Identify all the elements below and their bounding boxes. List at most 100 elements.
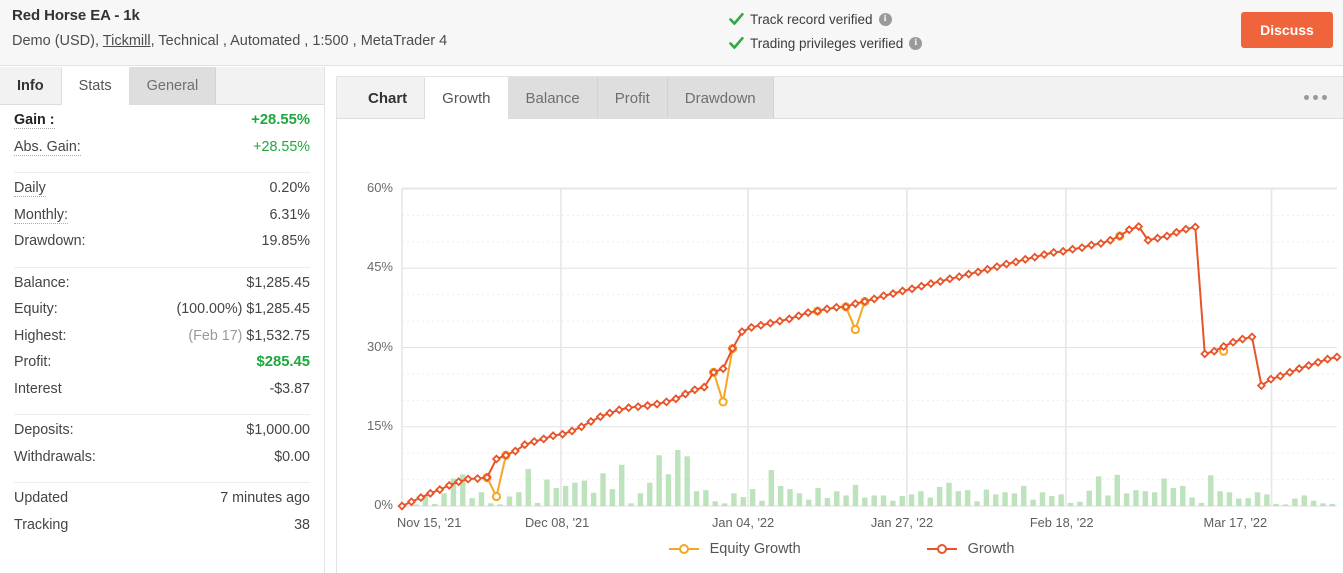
verification-badges: Track record verified i Trading privileg… <box>729 8 923 56</box>
stats-row: Drawdown: 19.85% <box>14 233 310 260</box>
ellipsis-icon[interactable] <box>1288 77 1343 118</box>
stats-list: Gain : +28.55% Abs. Gain: +28.55% Daily 0.20%… <box>0 105 324 550</box>
stats-row: Deposits: $1,000.00 <box>14 422 310 449</box>
stats-row-value: 7 minutes ago <box>220 490 310 506</box>
legend-label: Equity Growth <box>709 541 801 557</box>
tab-general[interactable]: General <box>129 67 217 104</box>
check-icon <box>729 36 744 51</box>
discuss-button[interactable]: Discuss <box>1241 12 1333 48</box>
legend-label: Growth <box>967 541 1015 557</box>
page-title: Red Horse EA - 1k <box>12 7 140 24</box>
stats-group: Deposits: $1,000.00 Withdrawals: $0.00 <box>14 414 310 482</box>
stats-row-label[interactable]: Abs. Gain: <box>14 139 81 156</box>
stats-row-prefix: (Feb 17) <box>188 327 247 344</box>
stats-group: Daily 0.20% Monthly: 6.31% Drawdown: 19.85% <box>14 172 310 267</box>
stats-row-label: Highest: <box>14 327 67 344</box>
legend-item[interactable]: Growth <box>925 541 1015 557</box>
tab-stats[interactable]: Stats <box>60 67 130 105</box>
stats-group: Balance: $1,285.45 Equity: (100.00%) $1,285… <box>14 266 310 415</box>
x-axis-tick-label: Jan 04, '22 <box>711 515 775 530</box>
stats-row-label: Withdrawals: <box>14 448 96 465</box>
stats-row-value: $285.45 <box>256 354 311 370</box>
x-axis-tick-label: Nov 15, '21 <box>397 515 462 530</box>
stats-row-label[interactable]: Daily <box>14 180 46 197</box>
stats-row-label: Updated <box>14 490 69 506</box>
check-icon <box>729 12 744 27</box>
stats-group: Updated 7 minutes ago Tracking 38 <box>14 482 310 550</box>
stats-row-value: +28.55% <box>253 138 310 155</box>
stats-row-value: -$3.87 <box>269 380 310 397</box>
account-identity: Red Horse EA - 1k Demo (USD), Tickmill, … <box>12 5 447 52</box>
legend-marker-icon <box>668 544 699 554</box>
stats-group: Gain : +28.55% Abs. Gain: +28.55% <box>14 105 310 172</box>
tab-info[interactable]: Info <box>0 67 61 104</box>
sidebar-tabbar: Info Stats General <box>0 67 324 105</box>
chart-legend: Equity Growth Growth <box>337 541 1343 557</box>
stats-row: Tracking 38 <box>14 517 310 544</box>
x-axis-tick-label: Feb 18, '22 <box>1029 515 1094 530</box>
y-axis-tick-label: 60% <box>366 180 393 195</box>
badge-label: Track record verified <box>750 11 873 27</box>
stats-row: Equity: (100.00%) $1,285.45 <box>14 301 310 328</box>
stats-row-value: $1,285.45 <box>246 274 310 291</box>
stats-row: Updated 7 minutes ago <box>14 490 310 517</box>
stats-row: Withdrawals: $0.00 <box>14 449 310 476</box>
stats-row-label: Equity: <box>14 301 58 317</box>
stats-row-label: Tracking <box>14 516 69 533</box>
tab-drawdown[interactable]: Drawdown <box>667 77 774 118</box>
stats-row: Gain : +28.55% <box>14 112 310 139</box>
stats-row-label: Profit: <box>14 354 52 370</box>
chart-panel: Chart Growth Balance Profit Drawdown Equ… <box>336 76 1343 573</box>
growth-chart: Equity Growth Growth 0% 15% 30% 45% 60% Nov 15… <box>337 119 1343 573</box>
stats-row-value: $0.00 <box>274 448 310 465</box>
tab-growth[interactable]: Growth <box>424 77 509 119</box>
stats-row-value: 6.31% <box>269 206 310 223</box>
stats-row: Daily 0.20% <box>14 180 310 207</box>
broker-link[interactable]: Tickmill <box>103 33 151 49</box>
y-axis-tick-label: 15% <box>366 417 393 433</box>
stats-row-value: 19.85% <box>261 233 311 249</box>
stats-row-label[interactable]: Gain : <box>14 112 55 129</box>
legend-marker-icon <box>926 544 957 554</box>
stats-row-value: +28.55% <box>251 112 310 128</box>
y-axis-tick-label: 45% <box>366 259 393 275</box>
tab-profit[interactable]: Profit <box>597 77 668 118</box>
stats-row-label: Drawdown: <box>14 233 86 249</box>
page-header: Red Horse EA - 1k Demo (USD), Tickmill, … <box>0 0 1343 66</box>
stats-row-value: 0.20% <box>269 180 310 196</box>
tab-chart[interactable]: Chart <box>351 77 424 118</box>
account-meta-rest: , Technical , Automated , 1:500 , MetaTr… <box>150 33 448 49</box>
info-icon[interactable]: i <box>909 36 923 50</box>
stats-row-value: (Feb 17) $1,532.75 <box>188 327 310 344</box>
chart-tabbar: Chart Growth Balance Profit Drawdown <box>337 77 1343 119</box>
y-axis-tick-label: 30% <box>366 338 393 354</box>
x-axis-tick-label: Dec 08, '21 <box>524 515 590 530</box>
x-axis-tick-label: Mar 17, '22 <box>1203 515 1268 530</box>
y-axis-tick-label: 0% <box>374 497 393 512</box>
account-type: Demo (USD), <box>12 33 100 49</box>
account-meta: Demo (USD), Tickmill, Technical , Automa… <box>12 30 447 52</box>
profile-page: Red Horse EA - 1k Demo (USD), Tickmill, … <box>0 0 1343 573</box>
stats-row-value: 38 <box>294 516 310 533</box>
x-axis-tick-label: Jan 27, '22 <box>870 515 934 530</box>
stats-row-prefix: (100.00%) <box>176 301 247 317</box>
stats-row-value: $1,000.00 <box>246 422 310 438</box>
stats-row: Abs. Gain: +28.55% <box>14 139 310 166</box>
stats-row: Highest: (Feb 17) $1,532.75 <box>14 328 310 355</box>
stats-row: Profit: $285.45 <box>14 354 310 381</box>
stats-row-value: (100.00%) $1,285.45 <box>176 301 310 317</box>
badge-trading-privileges: Trading privileges verified i <box>729 32 923 54</box>
stats-sidebar: Info Stats General Gain : +28.55% Abs. Gai… <box>0 67 325 573</box>
legend-item[interactable]: Equity Growth <box>667 541 801 557</box>
badge-track-record: Track record verified i <box>729 8 922 30</box>
badge-label: Trading privileges verified <box>750 35 904 51</box>
stats-row: Interest -$3.87 <box>14 381 310 408</box>
tab-balance[interactable]: Balance <box>508 77 598 118</box>
stats-row: Balance: $1,285.45 <box>14 275 310 302</box>
stats-row: Monthly: 6.31% <box>14 207 310 234</box>
stats-row-label: Balance: <box>14 274 70 291</box>
stats-row-label: Interest <box>14 380 62 397</box>
info-icon[interactable]: i <box>878 12 892 26</box>
stats-row-label[interactable]: Monthly: <box>14 207 69 224</box>
chart-canvas <box>397 187 1342 511</box>
